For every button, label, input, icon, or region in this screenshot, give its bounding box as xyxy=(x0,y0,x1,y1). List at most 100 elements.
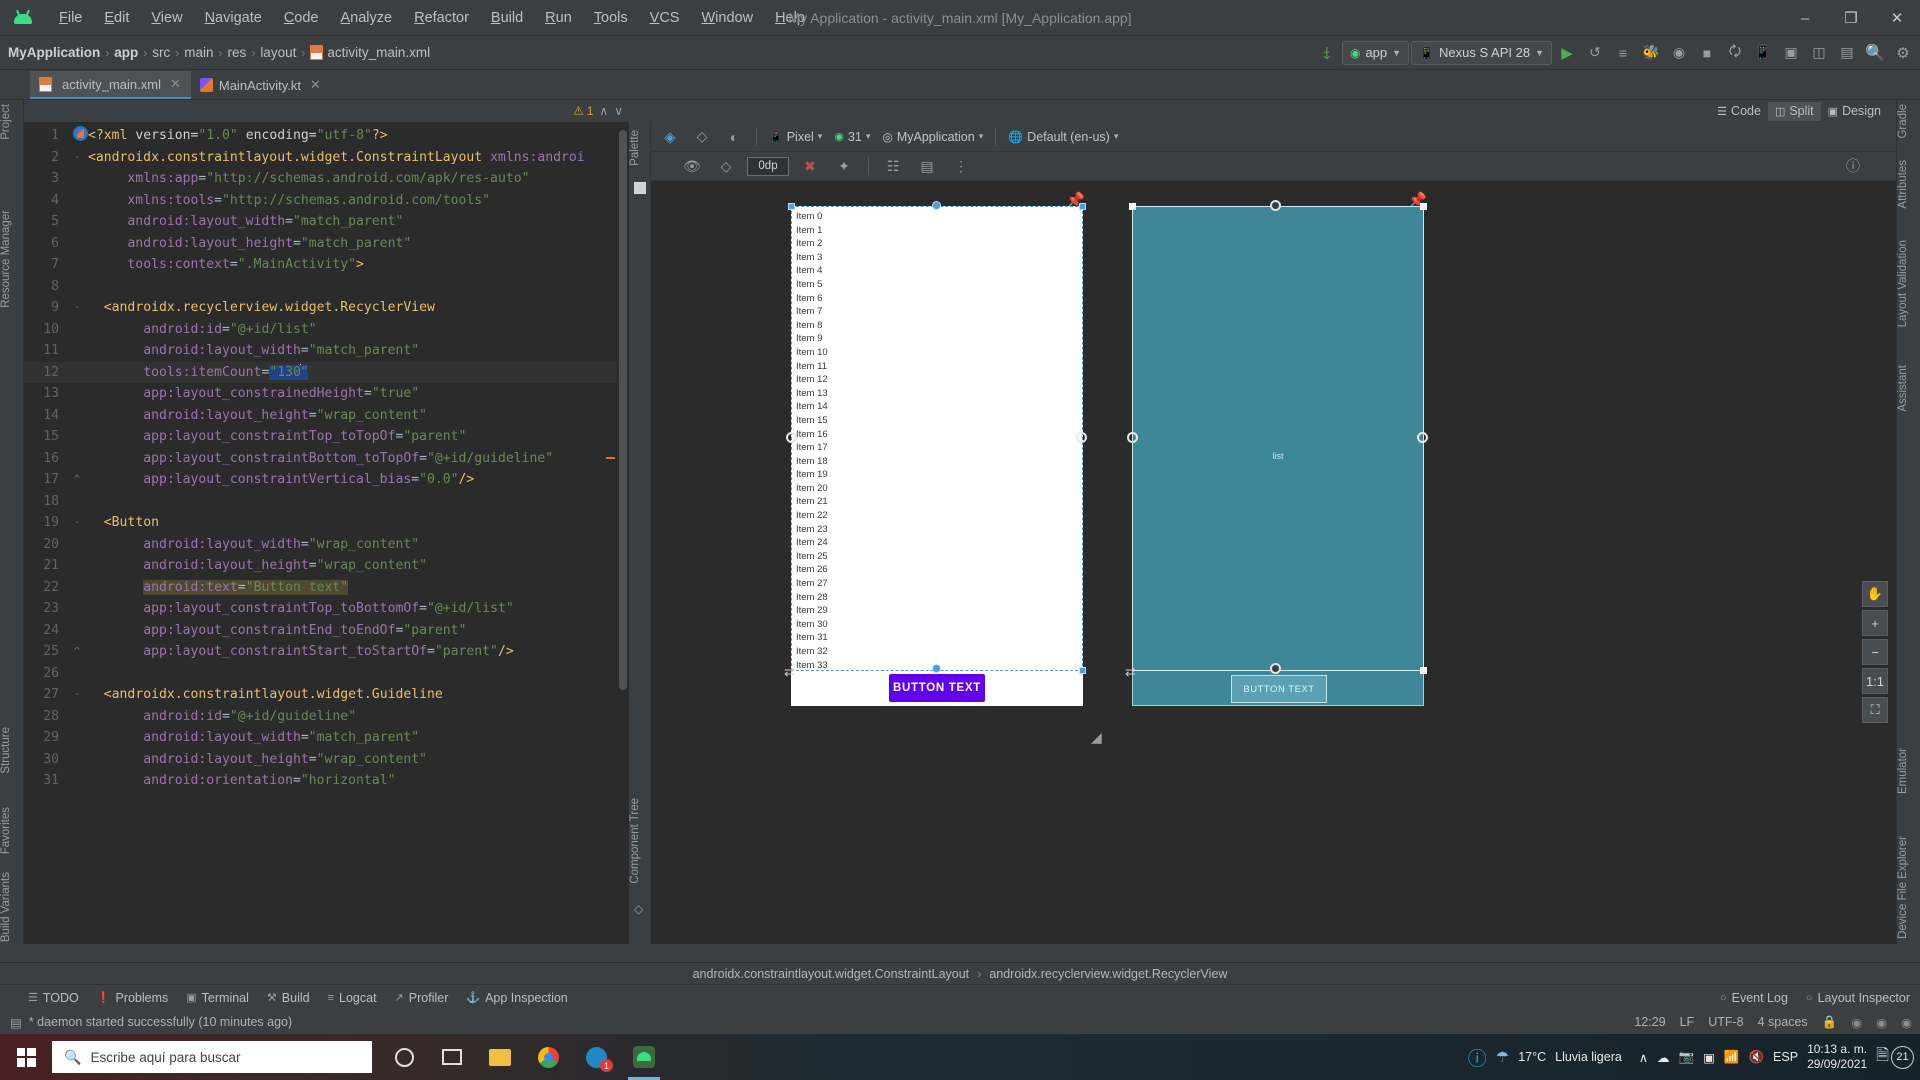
visibility-eye-icon[interactable]: 👁 xyxy=(679,153,705,179)
breadcrumb-item-app[interactable]: app xyxy=(114,45,138,60)
code-line[interactable]: 20 android:layout_width="wrap_content" xyxy=(24,534,629,556)
fold-marker[interactable] xyxy=(66,727,88,749)
bp-resize-handle-top-right[interactable] xyxy=(1420,203,1427,210)
wifi-icon[interactable]: 📶 xyxy=(1724,1050,1740,1065)
blueprint-toggle-icon[interactable]: ◇ xyxy=(713,153,739,179)
previous-problem-icon[interactable]: ∧ xyxy=(599,104,608,118)
code-line[interactable]: 2- <androidx.constraintlayout.widget.Cons… xyxy=(24,147,629,169)
design-canvas[interactable]: 📌 📌 Item 0 Item 1 Item 2 Item 3 Item 4 Item 5… xyxy=(651,181,1896,944)
code-line[interactable]: 21 android:layout_height="wrap_content" xyxy=(24,555,629,577)
fold-marker[interactable] xyxy=(66,340,88,362)
tool-window-app-inspection[interactable]: ⚓ App Inspection xyxy=(466,991,567,1005)
menu-tools[interactable]: Tools xyxy=(583,6,639,30)
caret-position[interactable]: 12:29 xyxy=(1634,1015,1665,1029)
button-preview[interactable]: BUTTON TEXT xyxy=(889,674,985,702)
bp-constraint-anchor-left[interactable] xyxy=(1127,432,1138,443)
fold-marker[interactable] xyxy=(66,663,88,685)
code-line[interactable]: 18 xyxy=(24,491,629,513)
close-button[interactable]: ✕ xyxy=(1874,0,1920,36)
minimize-button[interactable]: – xyxy=(1782,0,1828,36)
fold-marker[interactable]: ^ xyxy=(66,641,88,663)
menu-run[interactable]: Run xyxy=(534,6,583,30)
infer-constraints-icon[interactable]: ✦ xyxy=(831,153,857,179)
tool-window-terminal[interactable]: ▣ Terminal xyxy=(186,991,249,1005)
next-problem-icon[interactable]: ∨ xyxy=(614,104,623,118)
code-line[interactable]: 10 android:id="@+id/list" xyxy=(24,319,629,341)
fold-marker[interactable] xyxy=(66,534,88,556)
code-line[interactable]: 19- <Button xyxy=(24,512,629,534)
fold-marker[interactable] xyxy=(66,168,88,190)
fold-marker[interactable]: - xyxy=(66,297,88,319)
breadcrumb-item-layout[interactable]: layout xyxy=(260,45,296,60)
breadcrumb-child[interactable]: androidx.recyclerview.widget.RecyclerVie… xyxy=(989,967,1227,981)
code-line[interactable]: 30 android:layout_height="wrap_content" xyxy=(24,749,629,771)
file-encoding[interactable]: UTF-8 xyxy=(1708,1015,1743,1029)
cortana-circle-icon[interactable] xyxy=(382,1034,426,1080)
zoom-out-icon[interactable]: − xyxy=(1862,639,1888,665)
layout-inspector-icon[interactable]: ◫ xyxy=(1806,40,1832,66)
sidebar-item-device-file-explorer[interactable]: Device File Explorer xyxy=(1897,836,1920,939)
settings-gear-icon[interactable]: ⚙ xyxy=(1890,40,1916,66)
device-icon[interactable]: 📷 xyxy=(1679,1050,1695,1065)
indent-setting[interactable]: 4 spaces xyxy=(1758,1015,1808,1029)
breadcrumb-item-activity-main-xml[interactable]: activity_main.xml xyxy=(310,45,430,60)
breadcrumb-item-main[interactable]: main xyxy=(184,45,213,60)
status-message[interactable]: * daemon started successfully (10 minute… xyxy=(29,1015,292,1029)
menu-file[interactable]: File xyxy=(48,6,93,30)
palette-label[interactable]: Palette xyxy=(629,130,651,166)
fold-marker[interactable] xyxy=(66,555,88,577)
sidebar-item-project[interactable]: Project xyxy=(0,104,24,140)
fold-marker[interactable] xyxy=(66,706,88,728)
bp-constraint-handle-top[interactable] xyxy=(1270,200,1281,211)
view-mode-split[interactable]: ◫ Split xyxy=(1767,101,1821,121)
language-indicator[interactable]: ESP xyxy=(1773,1050,1798,1064)
avatar-icon[interactable]: ◉ xyxy=(1901,1015,1912,1030)
breadcrumb-item-myapplication[interactable]: MyApplication xyxy=(8,45,100,60)
orientation-rotate-icon[interactable]: ◇ xyxy=(689,124,715,150)
sidebar-item-structure[interactable]: Structure xyxy=(0,727,24,774)
locale-dropdown[interactable]: 🌐 Default (en-us) ▾ xyxy=(1005,130,1121,144)
menu-window[interactable]: Window xyxy=(690,6,764,30)
sidebar-item-assistant[interactable]: Assistant xyxy=(1897,365,1920,412)
line-separator[interactable]: LF xyxy=(1680,1015,1695,1029)
sidebar-item-attributes[interactable]: Attributes xyxy=(1897,160,1920,209)
sidebar-item-gradle[interactable]: Gradle xyxy=(1897,104,1920,139)
constraint-handle-bottom[interactable] xyxy=(932,664,941,673)
apply-changes-icon[interactable]: ↺ xyxy=(1582,40,1608,66)
api-level-dropdown[interactable]: ◉ 31 ▾ xyxy=(831,130,873,144)
taskbar-search-input[interactable]: 🔍 Escribe aquí para buscar xyxy=(52,1041,372,1073)
fold-marker[interactable] xyxy=(66,276,88,298)
profile-icon[interactable]: ◉ xyxy=(1666,40,1692,66)
code-line[interactable]: 11 android:layout_width="match_parent" xyxy=(24,340,629,362)
palette-icon[interactable] xyxy=(634,182,646,194)
fold-marker[interactable]: ^ xyxy=(66,469,88,491)
lock-icon[interactable]: 🔒 xyxy=(1822,1015,1838,1030)
resize-handle-top-right[interactable] xyxy=(1079,203,1086,210)
zoom-actual-icon[interactable]: 1:1 xyxy=(1862,668,1888,694)
scrollbar-thumb[interactable] xyxy=(619,130,627,690)
help-circle-icon[interactable]: ⓘ xyxy=(1468,1044,1487,1071)
start-button[interactable] xyxy=(0,1034,52,1080)
stop-icon[interactable]: ■ xyxy=(1694,40,1720,66)
resize-handle-bottom-right[interactable] xyxy=(1079,667,1086,674)
code-line[interactable]: 27- <androidx.constraintlayout.widget.Gu… xyxy=(24,684,629,706)
theme-dropdown[interactable]: ◎ MyApplication ▾ xyxy=(879,130,986,144)
help-icon[interactable]: ⓘ xyxy=(1840,153,1866,179)
sidebar-item-layout-validation[interactable]: Layout Validation xyxy=(1897,240,1920,327)
code-lines[interactable]: 1 <?xml version="1.0" encoding="utf-8"?> 2… xyxy=(24,122,629,792)
file-explorer-icon[interactable] xyxy=(478,1034,522,1080)
sdk-manager-icon[interactable]: ▣ xyxy=(1778,40,1804,66)
menu-analyze[interactable]: Analyze xyxy=(330,6,404,30)
notification-bell-icon[interactable]: ◉ xyxy=(1876,1015,1887,1030)
fold-marker[interactable] xyxy=(66,319,88,341)
bp-constraint-handle-bottom[interactable] xyxy=(1270,663,1281,674)
code-line[interactable]: 1 <?xml version="1.0" encoding="utf-8"?> xyxy=(24,125,629,147)
device-manager-icon[interactable]: ▤ xyxy=(1834,40,1860,66)
fold-marker[interactable] xyxy=(66,426,88,448)
constraint-handle-top[interactable] xyxy=(932,201,941,210)
menu-build[interactable]: Build xyxy=(480,6,534,30)
code-line[interactable]: 8 xyxy=(24,276,629,298)
tool-window-build[interactable]: ⚒ Build xyxy=(267,991,310,1005)
tab-main-activity-kt[interactable]: MainActivity.kt ✕ xyxy=(191,71,331,99)
fold-marker[interactable] xyxy=(66,211,88,233)
